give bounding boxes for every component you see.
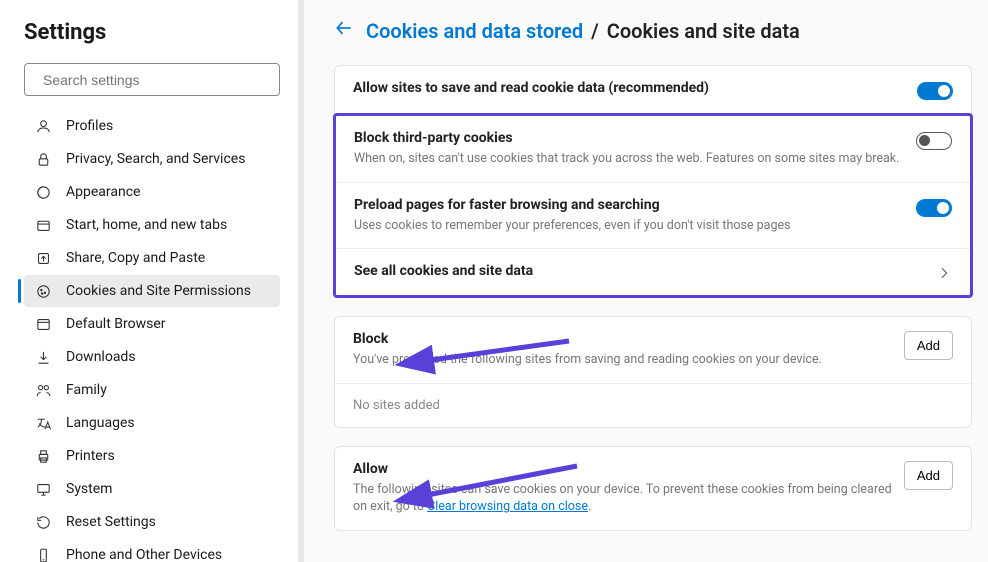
sidebar-item-cookie[interactable]: Cookies and Site Permissions (24, 275, 280, 307)
search-settings-field[interactable] (24, 63, 280, 96)
sidebar-item-label: Profiles (66, 118, 113, 134)
system-icon (34, 480, 52, 498)
sidebar-item-home[interactable]: Start, home, and new tabs (24, 209, 280, 241)
preload-sub: Uses cookies to remember your preference… (354, 217, 904, 235)
see-all-cookies-title: See all cookies and site data (354, 263, 924, 279)
block-section-sub: You've prevented the following sites fro… (353, 351, 892, 369)
sidebar-nav: Profiles Privacy, Search, and Services App… (24, 110, 280, 562)
allow-cookies-title: Allow sites to save and read cookie data… (353, 80, 905, 96)
sidebar-item-lang[interactable]: Languages (24, 407, 280, 439)
sidebar-item-label: Appearance (66, 184, 140, 200)
sidebar-item-label: Languages (66, 415, 135, 431)
sidebar-item-label: Default Browser (66, 316, 166, 332)
allow-sub-suffix: . (588, 499, 591, 514)
block-third-party-title: Block third-party cookies (354, 130, 904, 146)
sidebar-item-printer[interactable]: Printers (24, 440, 280, 472)
sidebar-item-label: Downloads (66, 349, 136, 365)
home-icon (34, 216, 52, 234)
sidebar-item-label: Privacy, Search, and Services (66, 151, 245, 167)
sidebar-item-download[interactable]: Downloads (24, 341, 280, 373)
sidebar-item-family[interactable]: Family (24, 374, 280, 406)
block-section-card: Block You've prevented the following sit… (334, 316, 972, 428)
cookies-settings-card: Allow sites to save and read cookie data… (334, 65, 972, 114)
block-section-header: Block You've prevented the following sit… (335, 317, 971, 384)
sidebar-item-appearance[interactable]: Appearance (24, 176, 280, 208)
sidebar-item-browser[interactable]: Default Browser (24, 308, 280, 340)
search-input[interactable] (43, 72, 269, 88)
back-button[interactable] (334, 18, 354, 43)
block-third-party-toggle[interactable] (916, 132, 952, 150)
download-icon (34, 348, 52, 366)
browser-icon (34, 315, 52, 333)
block-third-party-sub: When on, sites can't use cookies that tr… (354, 150, 904, 168)
settings-title: Settings (24, 20, 280, 45)
lock-icon (34, 150, 52, 168)
settings-sidebar: Settings Profiles Privacy, Search, and Se… (0, 0, 304, 562)
sidebar-item-share[interactable]: Share, Copy and Paste (24, 242, 280, 274)
breadcrumb-current: Cookies and site data (607, 19, 800, 43)
sidebar-item-phone[interactable]: Phone and Other Devices (24, 539, 280, 562)
sidebar-item-label: Family (66, 382, 107, 398)
sidebar-item-label: Reset Settings (66, 514, 156, 530)
phone-icon (34, 546, 52, 562)
sidebar-item-system[interactable]: System (24, 473, 280, 505)
sidebar-item-label: Phone and Other Devices (66, 547, 222, 562)
sidebar-item-label: Printers (66, 448, 115, 464)
allow-section-card: Allow The following sites can save cooki… (334, 446, 972, 531)
block-third-party-row: Block third-party cookies When on, sites… (336, 116, 970, 183)
printer-icon (34, 447, 52, 465)
block-empty-state: No sites added (335, 384, 971, 427)
allow-section-header: Allow The following sites can save cooki… (335, 447, 971, 530)
sidebar-item-label: Start, home, and new tabs (66, 217, 227, 233)
preload-row: Preload pages for faster browsing and se… (336, 183, 970, 250)
see-all-cookies-row[interactable]: See all cookies and site data (336, 249, 970, 295)
lang-icon (34, 414, 52, 432)
allow-section-title: Allow (353, 461, 892, 477)
allow-add-button[interactable]: Add (904, 461, 953, 490)
profile-icon (34, 117, 52, 135)
sidebar-item-label: Cookies and Site Permissions (66, 283, 251, 299)
block-section-title: Block (353, 331, 892, 347)
sidebar-item-label: System (66, 481, 112, 497)
allow-cookies-row: Allow sites to save and read cookie data… (335, 66, 971, 114)
allow-section-sub: The following sites can save cookies on … (353, 481, 892, 516)
share-icon (34, 249, 52, 267)
sidebar-item-lock[interactable]: Privacy, Search, and Services (24, 143, 280, 175)
preload-title: Preload pages for faster browsing and se… (354, 197, 904, 213)
preload-toggle[interactable] (916, 199, 952, 217)
allow-cookies-toggle[interactable] (917, 82, 953, 100)
family-icon (34, 381, 52, 399)
appearance-icon (34, 183, 52, 201)
highlighted-settings-group: Block third-party cookies When on, sites… (333, 113, 973, 298)
breadcrumb: Cookies and data stored / Cookies and si… (334, 18, 972, 43)
sidebar-item-label: Share, Copy and Paste (66, 250, 205, 266)
cookie-icon (34, 282, 52, 300)
breadcrumb-parent[interactable]: Cookies and data stored (366, 19, 583, 43)
sidebar-item-reset[interactable]: Reset Settings (24, 506, 280, 538)
reset-icon (34, 513, 52, 531)
chevron-right-icon (936, 265, 952, 281)
clear-browsing-data-link[interactable]: Clear browsing data on close (427, 499, 588, 514)
breadcrumb-separator: / (591, 19, 599, 43)
block-add-button[interactable]: Add (904, 331, 953, 360)
main-content: Cookies and data stored / Cookies and si… (304, 0, 988, 562)
sidebar-item-profile[interactable]: Profiles (24, 110, 280, 142)
